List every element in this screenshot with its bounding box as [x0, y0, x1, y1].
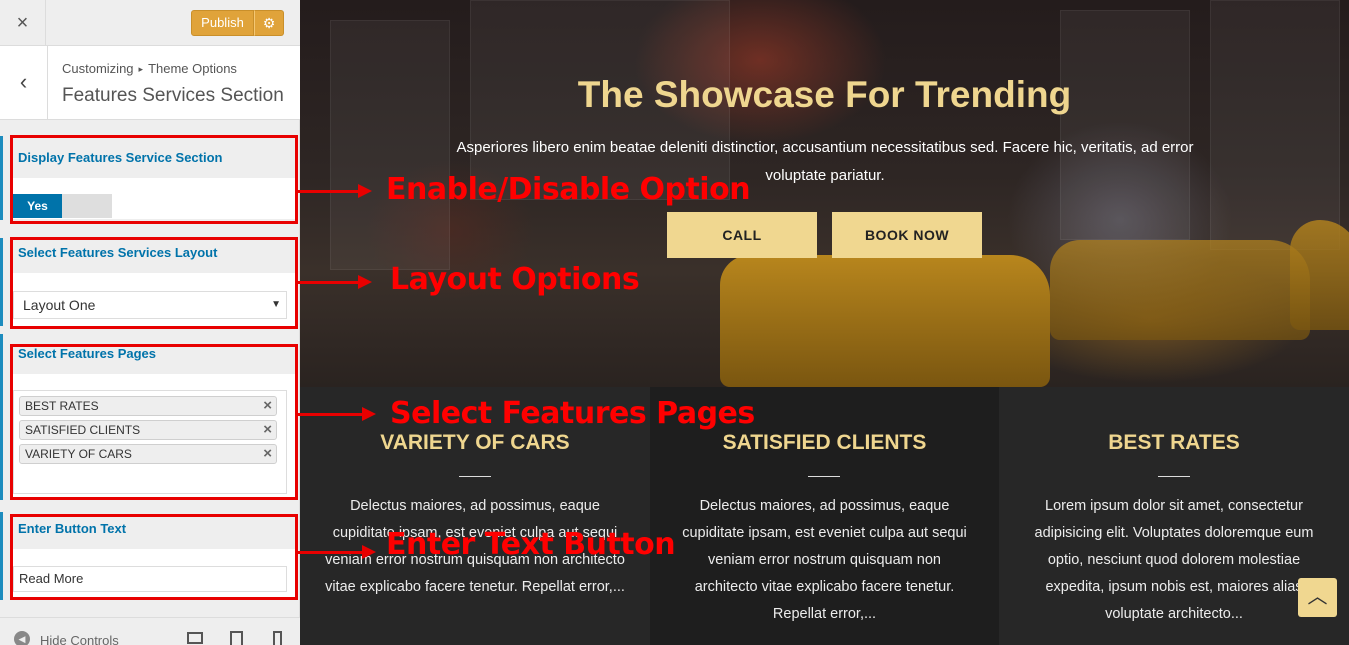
scroll-to-top-button[interactable]: ︿ [1298, 578, 1337, 617]
feature-text: Delectus maiores, ad possimus, eaque cup… [682, 498, 967, 622]
control-indicator [0, 334, 3, 500]
publish-button[interactable]: Publish [191, 10, 254, 36]
feature-divider [808, 476, 840, 477]
breadcrumb-separator-icon: ▸ [138, 64, 144, 74]
hide-controls-link[interactable]: Hide Controls [40, 633, 119, 645]
customizer-footer: ◀ Hide Controls [0, 617, 300, 645]
tablet-icon[interactable] [230, 631, 243, 645]
control-indicator [0, 136, 3, 220]
book-now-button[interactable]: BOOK NOW [832, 212, 982, 258]
feature-divider [1158, 476, 1190, 477]
annotation-box [10, 237, 298, 329]
hero-title: The Showcase For Trending [577, 74, 1072, 115]
annotation-box [10, 135, 298, 224]
customizer-header: × Publish ⚙ [0, 0, 300, 46]
annotation-arrow-head [362, 545, 376, 559]
feature-title: BEST RATES [1108, 431, 1240, 454]
call-button[interactable]: CALL [667, 212, 817, 258]
annotation-arrow [298, 551, 364, 554]
taxi-decoration [1290, 220, 1349, 330]
gear-icon[interactable]: ⚙ [254, 10, 284, 36]
feature-text: Lorem ipsum dolor sit amet, consectetur … [1034, 498, 1314, 622]
annotation-box [10, 344, 298, 500]
annotation-arrow-head [362, 407, 376, 421]
control-indicator [0, 512, 3, 600]
desktop-icon[interactable] [187, 632, 203, 644]
customizer-sidebar: × Publish ⚙ ‹ Customizing ▸ Theme Options … [0, 0, 300, 645]
collapse-icon[interactable]: ◀ [14, 631, 30, 645]
annotation-layout: Layout Options [390, 262, 640, 297]
background-decoration [1060, 10, 1190, 240]
breadcrumb-parent: Theme Options [148, 61, 237, 76]
annotation-pages: Select Features Pages [390, 396, 755, 431]
feature-title: VARIETY OF CARS [380, 431, 570, 454]
annotation-box [10, 514, 298, 600]
section-header: ‹ Customizing ▸ Theme Options Features Ser… [0, 46, 300, 120]
breadcrumb-root: Customizing [62, 61, 134, 76]
annotation-arrow [298, 413, 364, 416]
chevron-left-icon[interactable]: ‹ [0, 46, 48, 120]
close-icon[interactable]: × [0, 0, 46, 46]
annotation-enable: Enable/Disable Option [386, 172, 751, 207]
feature-title: SATISFIED CLIENTS [722, 431, 927, 454]
feature-column: BEST RATES Lorem ipsum dolor sit amet, c… [999, 387, 1349, 645]
control-indicator [0, 238, 3, 326]
annotation-arrow [298, 281, 360, 284]
mobile-icon[interactable] [273, 631, 282, 645]
background-decoration [1210, 0, 1340, 250]
annotation-arrow [298, 190, 360, 193]
feature-divider [459, 476, 491, 477]
annotation-arrow-head [358, 184, 372, 198]
annotation-arrow-head [358, 275, 372, 289]
taxi-decoration [720, 255, 1050, 387]
taxi-decoration [1050, 240, 1310, 340]
annotation-button: Enter Text Button [386, 527, 676, 562]
section-title: Features Services Section [62, 85, 284, 106]
breadcrumb: Customizing ▸ Theme Options [62, 61, 237, 76]
